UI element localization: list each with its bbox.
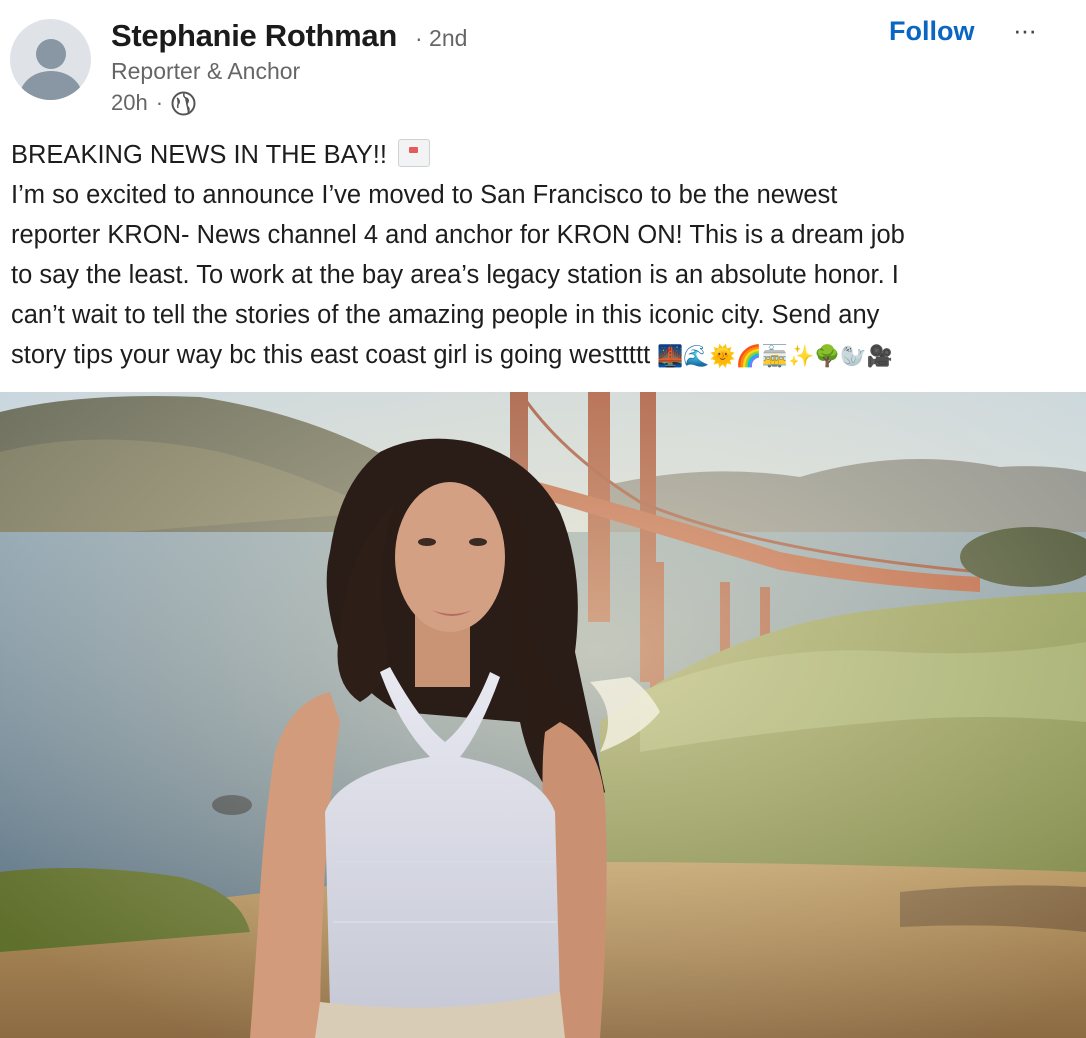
post-line-1: BREAKING NEWS IN THE BAY!! bbox=[11, 141, 387, 169]
post-line-2: I’m so excited to announce I’ve moved to… bbox=[11, 181, 838, 209]
post-meta: 20h · bbox=[111, 89, 196, 117]
post-text-line: BREAKING NEWS IN THE BAY!! bbox=[11, 135, 1071, 175]
more-options-button[interactable]: ··· bbox=[1013, 17, 1037, 43]
post-line-4: to say the least. To work at the bay are… bbox=[11, 261, 899, 289]
avatar[interactable] bbox=[10, 19, 91, 100]
post-timestamp: 20h bbox=[111, 90, 148, 115]
meta-separator: · bbox=[155, 90, 164, 115]
post-body: BREAKING NEWS IN THE BAY!! I’m so excite… bbox=[11, 135, 1071, 376]
connection-degree: · 2nd bbox=[415, 25, 468, 51]
post-line-6: story tips your way bc this east coast g… bbox=[11, 341, 651, 369]
post-line-5: can’t wait to tell the stories of the am… bbox=[11, 301, 880, 329]
woman-eye-left bbox=[418, 538, 436, 546]
globe-icon bbox=[171, 91, 196, 116]
postcard-emoji-icon bbox=[398, 139, 431, 167]
post-image[interactable] bbox=[0, 392, 1086, 1038]
woman-face-shape bbox=[395, 482, 505, 632]
woman-eye-right bbox=[469, 538, 487, 546]
author-name[interactable]: Stephanie Rothman bbox=[111, 18, 397, 54]
post-line-3: reporter KRON- News channel 4 and anchor… bbox=[11, 221, 905, 249]
trailing-emojis: 🌉🌊🌞🌈🚋✨🌳🦭🎥 bbox=[657, 344, 893, 368]
avatar-head-shape bbox=[36, 39, 66, 69]
avatar-body-shape bbox=[20, 71, 82, 100]
follow-button[interactable]: Follow bbox=[889, 16, 974, 47]
author-headline: Reporter & Anchor bbox=[111, 58, 301, 84]
post-text-line: story tips your way bc this east coast g… bbox=[11, 335, 1071, 376]
